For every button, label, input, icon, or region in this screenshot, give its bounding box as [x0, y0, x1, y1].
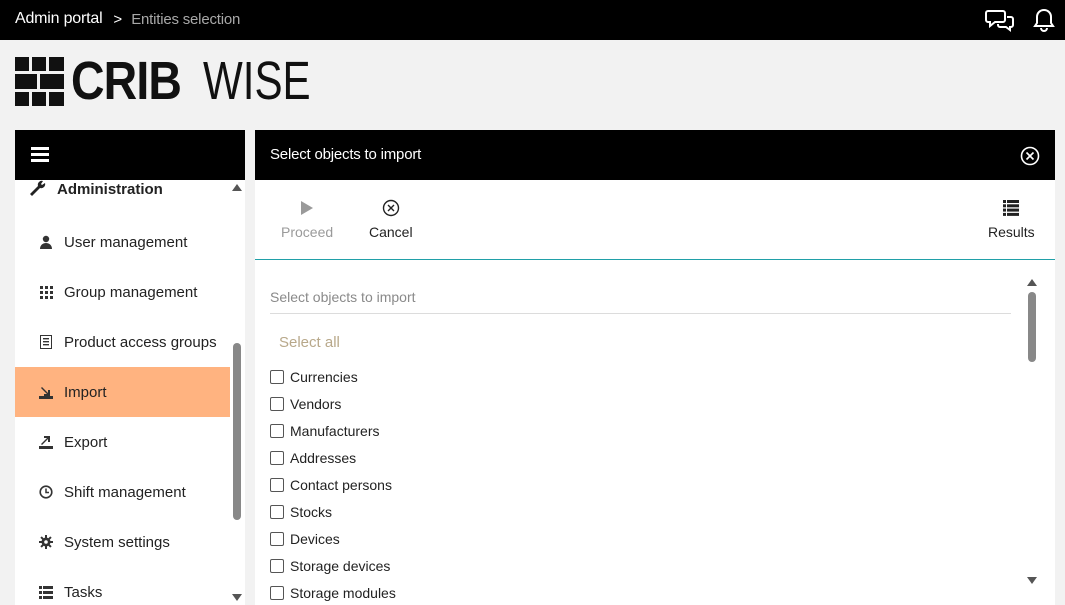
list-doc-icon [39, 335, 53, 349]
proceed-button[interactable]: Proceed [281, 198, 333, 240]
logo-wordmark: CRIB WISE [71, 54, 341, 108]
hamburger-menu-icon[interactable] [31, 147, 49, 163]
list-scroll-down-arrow[interactable] [1027, 577, 1037, 584]
checkbox-label[interactable]: Addresses [290, 450, 356, 466]
cancel-circle-icon [382, 198, 400, 218]
checkbox-label[interactable]: Currencies [290, 369, 358, 385]
gear-icon [39, 535, 53, 549]
sidebar-item-label: Export [64, 433, 108, 451]
import-panel: Select objects to import Proceed Cancel … [255, 130, 1055, 605]
logo-mark-icon [15, 56, 64, 106]
cribwise-logo: CRIB WISE [15, 54, 341, 108]
breadcrumb-current: Entities selection [131, 10, 241, 28]
list-item: Contact persons [270, 471, 1010, 498]
sidebar: Administration User management Group man… [15, 130, 245, 605]
list-item: Vendors [270, 390, 1010, 417]
sidebar-item-label: User management [64, 233, 188, 251]
list-scrollbar-thumb[interactable] [1028, 292, 1036, 362]
bell-icon[interactable] [1031, 7, 1057, 33]
sidebar-item-import[interactable]: Import [15, 367, 230, 417]
breadcrumb-separator: > [113, 10, 123, 28]
checkbox-label[interactable]: Contact persons [290, 477, 392, 493]
checkbox-devices[interactable] [270, 531, 284, 546]
list-item: Addresses [270, 444, 1010, 471]
sidebar-item-label: System settings [64, 533, 170, 551]
checkbox-label[interactable]: Manufacturers [290, 423, 379, 439]
sidebar-section-administration[interactable]: Administration [29, 180, 163, 198]
chat-icon[interactable] [984, 7, 1016, 33]
sidebar-item-user-management[interactable]: User management [15, 217, 230, 267]
checkbox-addresses[interactable] [270, 450, 284, 465]
list-item: Devices [270, 525, 1010, 552]
sidebar-item-label: Import [64, 383, 107, 401]
checkbox-storage-modules[interactable] [270, 585, 284, 600]
logo-text-light: WISE [203, 51, 311, 111]
close-icon[interactable] [1020, 146, 1040, 166]
breadcrumb-admin-portal[interactable]: Admin portal [15, 10, 103, 28]
play-icon [301, 198, 314, 218]
proceed-label: Proceed [281, 224, 334, 240]
checkbox-manufacturers[interactable] [270, 423, 284, 438]
logo-text-bold: CRIB [71, 51, 182, 111]
list-item: Stocks [270, 498, 1010, 525]
sidebar-section-label: Administration [57, 180, 163, 198]
checkbox-label[interactable]: Stocks [290, 504, 332, 520]
checkbox-stocks[interactable] [270, 504, 284, 519]
grid-icon [39, 285, 53, 299]
results-list-icon [1003, 198, 1020, 218]
breadcrumb: Admin portal > Entities selection [15, 10, 240, 28]
sidebar-scrollbar-thumb[interactable] [233, 343, 241, 520]
cancel-button[interactable]: Cancel [369, 198, 413, 240]
checkbox-label[interactable]: Storage modules [290, 585, 396, 601]
checkbox-label[interactable]: Storage devices [290, 558, 390, 574]
list-item: Storage devices [270, 552, 1010, 579]
panel-title: Select objects to import [270, 146, 422, 163]
list-scroll-up-arrow[interactable] [1027, 279, 1037, 286]
export-icon [39, 435, 53, 449]
cancel-label: Cancel [369, 224, 413, 240]
field-underline [270, 313, 1011, 314]
checkbox-currencies[interactable] [270, 369, 284, 384]
objects-checkbox-list: Currencies Vendors Manufacturers Address… [270, 363, 1010, 605]
results-button[interactable]: Results [988, 198, 1035, 240]
sidebar-scroll-down-arrow[interactable] [232, 594, 242, 601]
sidebar-item-label: Product access groups [64, 333, 217, 351]
top-bar: Admin portal > Entities selection [0, 0, 1065, 40]
import-selection-area: Select objects to import Select all Curr… [255, 261, 1055, 605]
panel-toolbar: Proceed Cancel Results [255, 180, 1055, 260]
checkbox-storage-devices[interactable] [270, 558, 284, 573]
objects-search-input[interactable]: Select objects to import [270, 289, 416, 305]
sidebar-item-label: Shift management [64, 483, 186, 501]
sidebar-item-product-access-groups[interactable]: Product access groups [15, 317, 230, 367]
checkbox-vendors[interactable] [270, 396, 284, 411]
sidebar-item-export[interactable]: Export [15, 417, 230, 467]
sidebar-item-label: Group management [64, 283, 198, 301]
results-label: Results [988, 224, 1035, 240]
user-icon [39, 235, 53, 249]
clock-icon [39, 485, 53, 499]
checkbox-label[interactable]: Devices [290, 531, 340, 547]
sidebar-nav: User management Group management Product… [15, 217, 230, 605]
checkbox-label[interactable]: Vendors [290, 396, 341, 412]
sidebar-item-group-management[interactable]: Group management [15, 267, 230, 317]
list-item: Manufacturers [270, 417, 1010, 444]
list-item: Currencies [270, 363, 1010, 390]
select-all-link[interactable]: Select all [279, 334, 340, 351]
panel-header: Select objects to import [255, 130, 1055, 180]
sidebar-scroll-up-arrow[interactable] [232, 184, 242, 191]
import-icon [39, 385, 53, 399]
wrench-icon [30, 180, 46, 196]
tasks-icon [39, 585, 53, 599]
sidebar-item-system-settings[interactable]: System settings [15, 517, 230, 567]
sidebar-item-label: Tasks [64, 583, 103, 601]
sidebar-header [15, 130, 245, 180]
sidebar-item-shift-management[interactable]: Shift management [15, 467, 230, 517]
list-item: Storage modules [270, 579, 1010, 605]
sidebar-item-tasks[interactable]: Tasks [15, 567, 230, 605]
checkbox-contact-persons[interactable] [270, 477, 284, 492]
